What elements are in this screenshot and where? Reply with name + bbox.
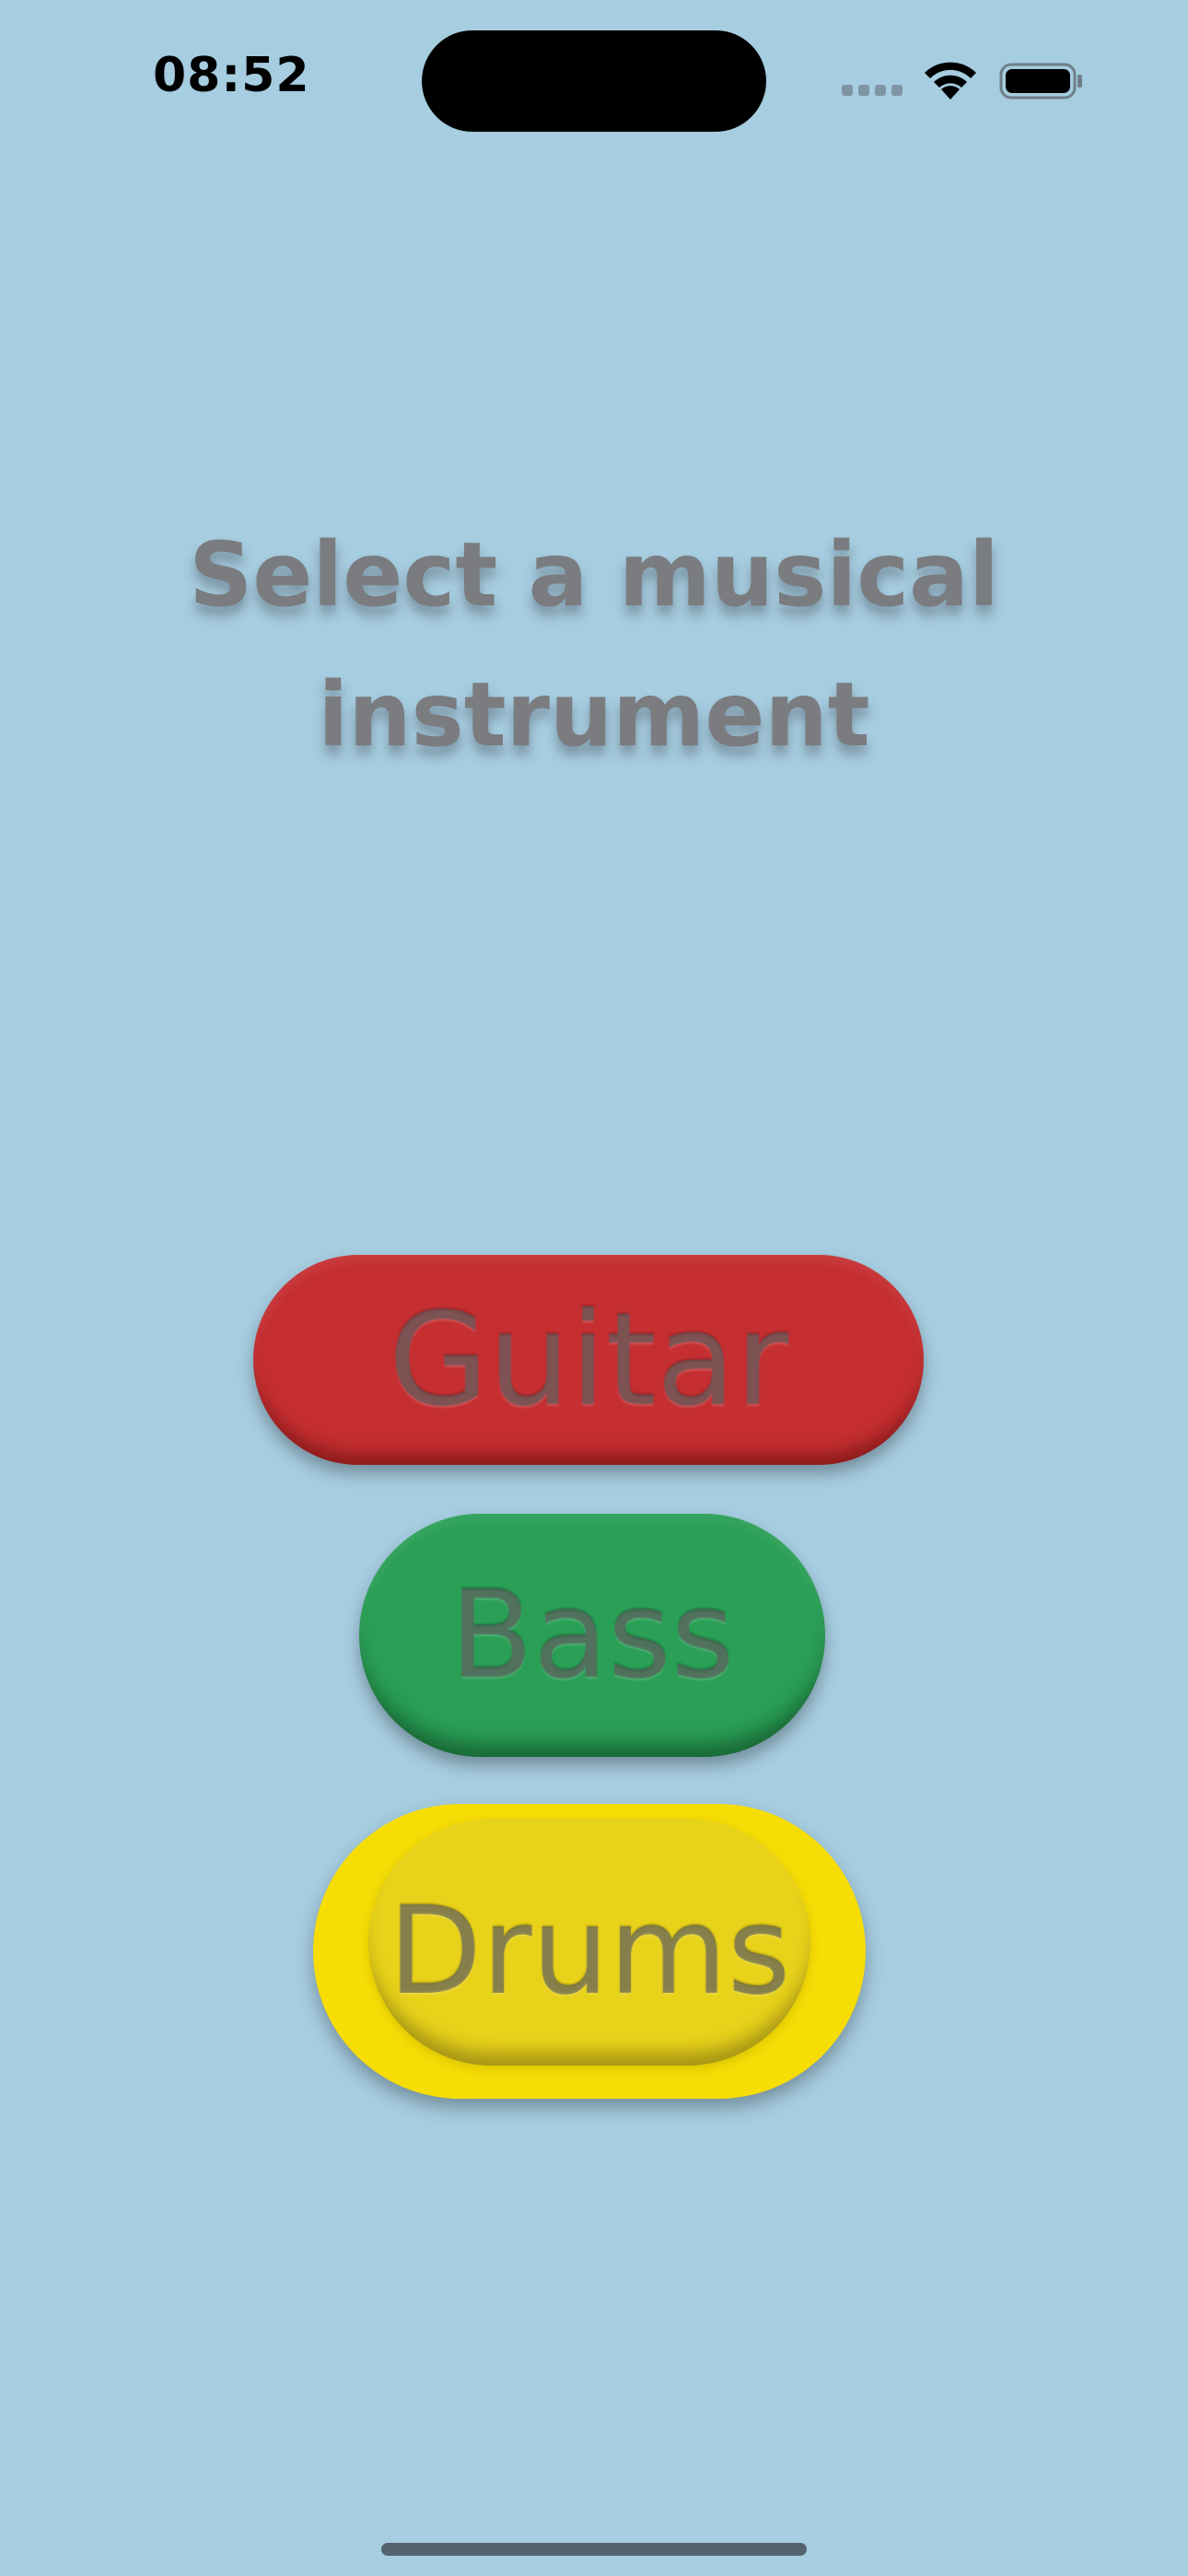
home-indicator[interactable]	[381, 2543, 807, 2556]
page-title: Select a musical instrument	[0, 505, 1188, 785]
status-bar: 08:52	[0, 0, 1188, 157]
page-title-line-2: instrument	[318, 663, 870, 767]
wifi-icon	[921, 57, 980, 101]
status-time: 08:52	[153, 48, 310, 103]
page-title-line-1: Select a musical	[189, 523, 999, 626]
dynamic-island	[422, 30, 766, 132]
guitar-button-label: Guitar	[388, 1284, 789, 1435]
bass-button-label: Bass	[449, 1564, 735, 1706]
drums-button-label: Drums	[388, 1880, 791, 2022]
drums-button[interactable]: Drums	[313, 1804, 866, 2099]
cellular-signal-icon	[842, 85, 906, 98]
guitar-button[interactable]: Guitar	[253, 1255, 924, 1465]
battery-icon	[999, 61, 1084, 101]
bass-button[interactable]: Bass	[359, 1514, 825, 1757]
